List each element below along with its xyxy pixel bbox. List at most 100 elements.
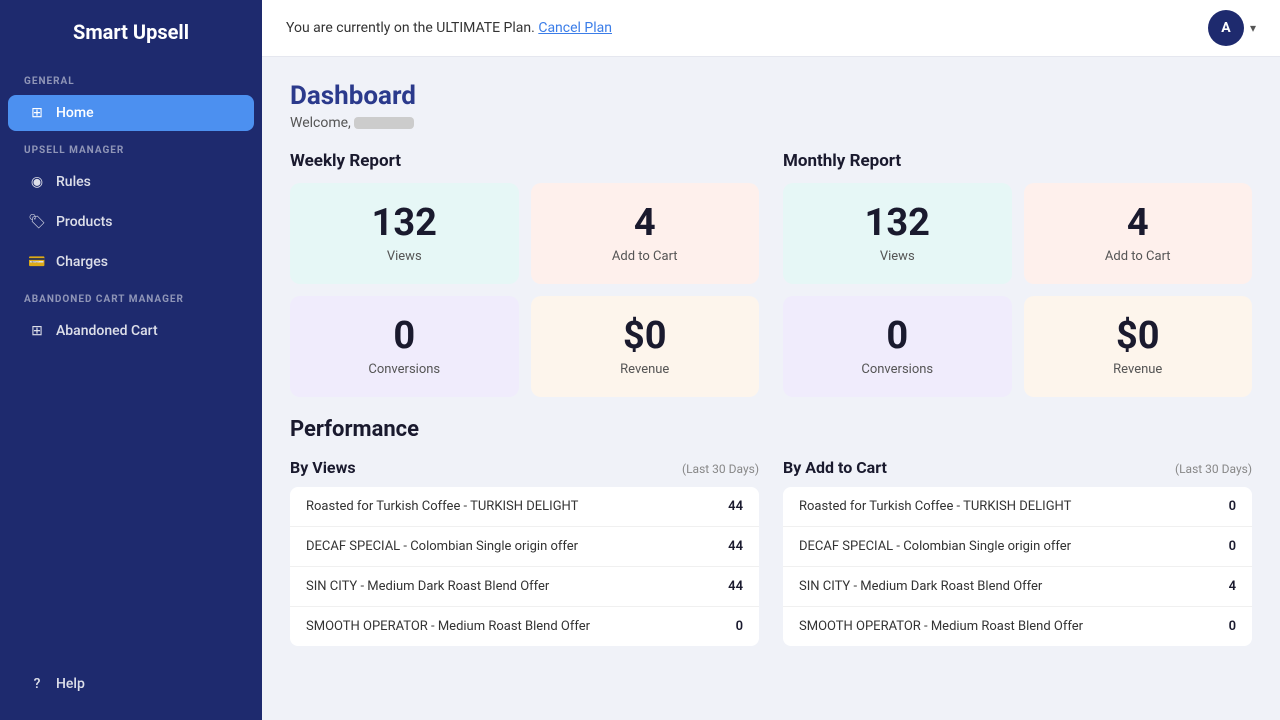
monthly-report-cards: 132 Views 4 Add to Cart 0 Conversions $0… bbox=[783, 183, 1252, 397]
weekly-views-card: 132 Views bbox=[290, 183, 519, 284]
main-area: You are currently on the ULTIMATE Plan. … bbox=[262, 0, 1280, 720]
table-row: SMOOTH OPERATOR - Medium Roast Blend Off… bbox=[783, 607, 1252, 646]
weekly-revenue-card: $0 Revenue bbox=[531, 296, 760, 397]
weekly-add-to-cart-label: Add to Cart bbox=[612, 249, 678, 264]
sidebar-item-products-label: Products bbox=[56, 214, 113, 230]
monthly-views-card: 132 Views bbox=[783, 183, 1012, 284]
products-icon: 🏷 bbox=[28, 214, 46, 230]
sidebar-item-abandoned-label: Abandoned Cart bbox=[56, 323, 158, 339]
by-views-title: By Views bbox=[290, 458, 356, 477]
by-views-panel: By Views (Last 30 Days) Roasted for Turk… bbox=[290, 458, 759, 646]
by-views-row-1-value: 44 bbox=[723, 499, 743, 514]
by-atc-row-1-value: 0 bbox=[1216, 499, 1236, 514]
by-views-table: Roasted for Turkish Coffee - TURKISH DEL… bbox=[290, 487, 759, 646]
sidebar-item-home[interactable]: ⊞ Home bbox=[8, 95, 254, 131]
sidebar-item-home-label: Home bbox=[56, 105, 94, 121]
by-views-header: By Views (Last 30 Days) bbox=[290, 458, 759, 477]
content-area: Dashboard Welcome, Weekly Report 132 Vie… bbox=[262, 57, 1280, 720]
table-row: SIN CITY - Medium Dark Roast Blend Offer… bbox=[290, 567, 759, 607]
avatar-container[interactable]: A ▾ bbox=[1208, 10, 1256, 46]
performance-grid: By Views (Last 30 Days) Roasted for Turk… bbox=[290, 458, 1252, 646]
sidebar-item-rules[interactable]: ◉ Rules bbox=[8, 164, 254, 200]
cancel-plan-link[interactable]: Cancel Plan bbox=[538, 20, 612, 36]
sidebar-item-rules-label: Rules bbox=[56, 174, 91, 190]
table-row: Roasted for Turkish Coffee - TURKISH DEL… bbox=[783, 487, 1252, 527]
monthly-revenue-label: Revenue bbox=[1113, 362, 1162, 377]
weekly-conversions-value: 0 bbox=[393, 316, 415, 358]
performance-title: Performance bbox=[290, 417, 1252, 442]
by-atc-row-2-name: DECAF SPECIAL - Colombian Single origin … bbox=[799, 539, 1216, 554]
by-atc-row-2-value: 0 bbox=[1216, 539, 1236, 554]
sidebar-item-help[interactable]: ? Help bbox=[8, 666, 254, 702]
sidebar-item-charges[interactable]: 💳 Charges bbox=[8, 244, 254, 280]
monthly-views-label: Views bbox=[880, 249, 915, 264]
weekly-revenue-label: Revenue bbox=[620, 362, 669, 377]
by-atc-row-4-name: SMOOTH OPERATOR - Medium Roast Blend Off… bbox=[799, 619, 1216, 634]
welcome-name bbox=[354, 117, 414, 129]
table-row: SIN CITY - Medium Dark Roast Blend Offer… bbox=[783, 567, 1252, 607]
home-icon: ⊞ bbox=[28, 105, 46, 121]
monthly-conversions-card: 0 Conversions bbox=[783, 296, 1012, 397]
by-atc-row-3-value: 4 bbox=[1216, 579, 1236, 594]
by-add-to-cart-panel: By Add to Cart (Last 30 Days) Roasted fo… bbox=[783, 458, 1252, 646]
monthly-views-value: 132 bbox=[865, 203, 930, 245]
chevron-down-icon: ▾ bbox=[1250, 21, 1256, 35]
monthly-revenue-value: $0 bbox=[1116, 316, 1160, 358]
weekly-conversions-label: Conversions bbox=[368, 362, 440, 377]
sidebar-item-abandoned-cart[interactable]: ⊞ Abandoned Cart bbox=[8, 313, 254, 349]
weekly-report-cards: 132 Views 4 Add to Cart 0 Conversions $0… bbox=[290, 183, 759, 397]
banner-text: You are currently on the ULTIMATE Plan. … bbox=[286, 20, 612, 36]
table-row: DECAF SPECIAL - Colombian Single origin … bbox=[783, 527, 1252, 567]
abandoned-cart-icon: ⊞ bbox=[28, 323, 46, 339]
table-row: DECAF SPECIAL - Colombian Single origin … bbox=[290, 527, 759, 567]
rules-icon: ◉ bbox=[28, 174, 46, 190]
app-title: Smart Upsell bbox=[0, 0, 262, 64]
table-row: Roasted for Turkish Coffee - TURKISH DEL… bbox=[290, 487, 759, 527]
by-add-to-cart-header: By Add to Cart (Last 30 Days) bbox=[783, 458, 1252, 477]
by-atc-row-4-value: 0 bbox=[1216, 619, 1236, 634]
sidebar-item-help-label: Help bbox=[56, 676, 85, 692]
by-views-row-4-value: 0 bbox=[723, 619, 743, 634]
help-icon: ? bbox=[28, 676, 46, 692]
weekly-conversions-card: 0 Conversions bbox=[290, 296, 519, 397]
monthly-add-to-cart-value: 4 bbox=[1127, 203, 1149, 245]
monthly-revenue-card: $0 Revenue bbox=[1024, 296, 1253, 397]
by-add-to-cart-subtitle: (Last 30 Days) bbox=[1175, 462, 1252, 476]
weekly-add-to-cart-card: 4 Add to Cart bbox=[531, 183, 760, 284]
weekly-views-label: Views bbox=[387, 249, 422, 264]
general-section-label: GENERAL bbox=[0, 64, 262, 93]
top-banner: You are currently on the ULTIMATE Plan. … bbox=[262, 0, 1280, 57]
by-views-row-2-name: DECAF SPECIAL - Colombian Single origin … bbox=[306, 539, 723, 554]
charges-icon: 💳 bbox=[28, 254, 46, 270]
monthly-add-to-cart-card: 4 Add to Cart bbox=[1024, 183, 1253, 284]
weekly-report: Weekly Report 132 Views 4 Add to Cart 0 … bbox=[290, 151, 759, 397]
welcome-text: Welcome, bbox=[290, 115, 1252, 131]
reports-section: Weekly Report 132 Views 4 Add to Cart 0 … bbox=[290, 151, 1252, 397]
monthly-conversions-value: 0 bbox=[886, 316, 908, 358]
by-views-row-1-name: Roasted for Turkish Coffee - TURKISH DEL… bbox=[306, 499, 723, 514]
monthly-report-title: Monthly Report bbox=[783, 151, 1252, 171]
by-views-row-2-value: 44 bbox=[723, 539, 743, 554]
avatar: A bbox=[1208, 10, 1244, 46]
monthly-conversions-label: Conversions bbox=[861, 362, 933, 377]
table-row: SMOOTH OPERATOR - Medium Roast Blend Off… bbox=[290, 607, 759, 646]
by-add-to-cart-table: Roasted for Turkish Coffee - TURKISH DEL… bbox=[783, 487, 1252, 646]
weekly-views-value: 132 bbox=[372, 203, 437, 245]
dashboard-title: Dashboard bbox=[290, 81, 1252, 111]
weekly-add-to-cart-value: 4 bbox=[634, 203, 656, 245]
by-add-to-cart-title: By Add to Cart bbox=[783, 458, 887, 477]
monthly-report: Monthly Report 132 Views 4 Add to Cart 0… bbox=[783, 151, 1252, 397]
abandoned-section-label: ABANDONED CART MANAGER bbox=[0, 282, 262, 311]
by-atc-row-1-name: Roasted for Turkish Coffee - TURKISH DEL… bbox=[799, 499, 1216, 514]
sidebar: Smart Upsell GENERAL ⊞ Home UPSELL MANAG… bbox=[0, 0, 262, 720]
sidebar-item-products[interactable]: 🏷 Products bbox=[8, 204, 254, 240]
weekly-report-title: Weekly Report bbox=[290, 151, 759, 171]
by-views-row-3-value: 44 bbox=[723, 579, 743, 594]
weekly-revenue-value: $0 bbox=[623, 316, 667, 358]
by-views-row-4-name: SMOOTH OPERATOR - Medium Roast Blend Off… bbox=[306, 619, 723, 634]
by-atc-row-3-name: SIN CITY - Medium Dark Roast Blend Offer bbox=[799, 579, 1216, 594]
sidebar-item-charges-label: Charges bbox=[56, 254, 108, 270]
by-views-subtitle: (Last 30 Days) bbox=[682, 462, 759, 476]
by-views-row-3-name: SIN CITY - Medium Dark Roast Blend Offer bbox=[306, 579, 723, 594]
upsell-section-label: UPSELL MANAGER bbox=[0, 133, 262, 162]
